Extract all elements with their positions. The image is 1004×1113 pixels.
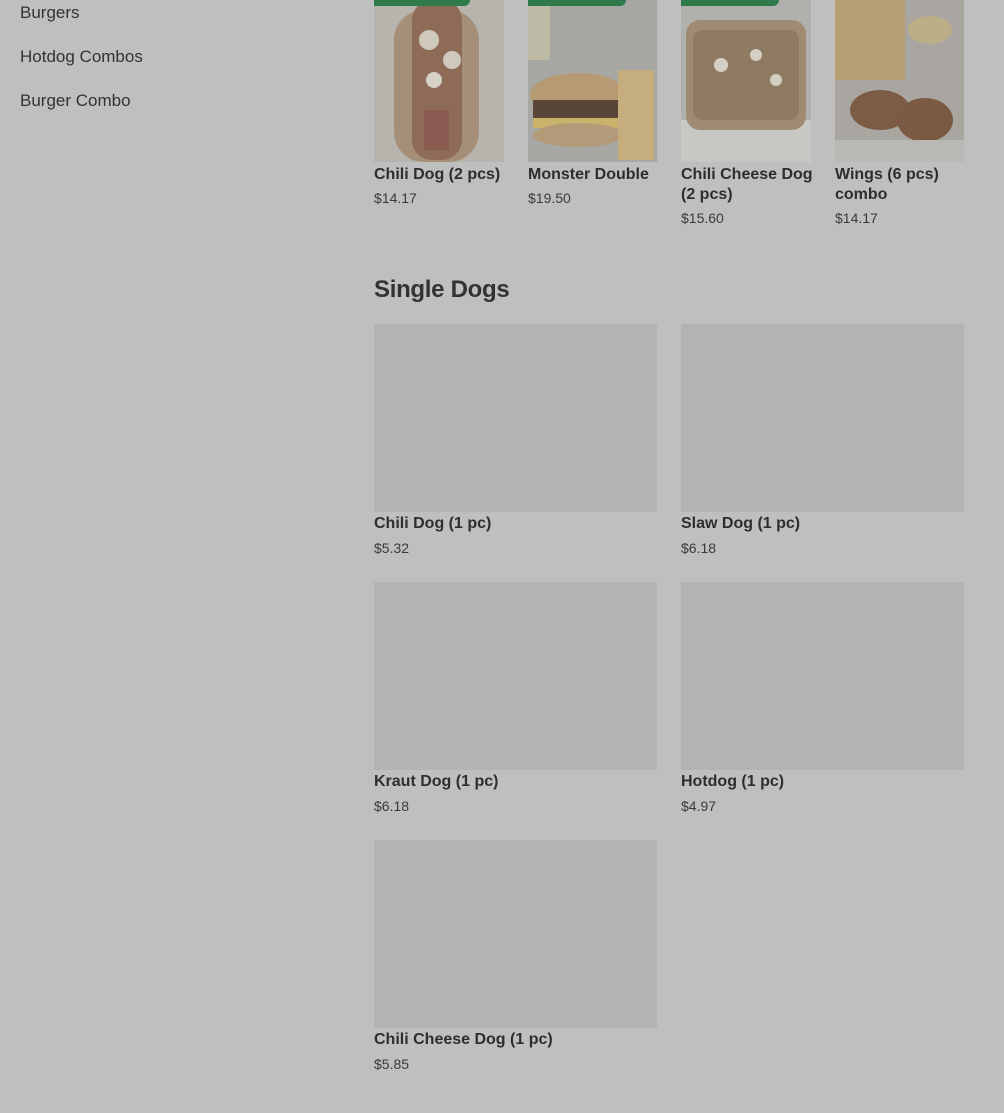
item-image-placeholder	[374, 840, 657, 1028]
item-price: $5.85	[374, 1056, 410, 1072]
promo-badge	[528, 0, 626, 6]
item-name: Chili Cheese Dog (1 pc)	[374, 1031, 553, 1048]
sidebar-item-burgers[interactable]: Burgers	[20, 3, 80, 23]
item-price: $6.18	[681, 540, 717, 556]
monster-double-photo	[528, 0, 657, 162]
item-image-placeholder	[374, 324, 657, 512]
item-name: Chili Dog (1 pc)	[374, 515, 492, 532]
featured-item-price: $15.60	[681, 210, 724, 226]
item-name: Hotdog (1 pc)	[681, 773, 785, 790]
item-name: Kraut Dog (1 pc)	[374, 773, 499, 790]
item-image-placeholder	[681, 324, 964, 512]
featured-item-name: Wings (6 pcs) combo	[835, 166, 939, 203]
item-price: $4.97	[681, 798, 717, 814]
item-name: Slaw Dog (1 pc)	[681, 515, 801, 532]
featured-item-price: $14.17	[835, 210, 878, 226]
wings-photo	[835, 0, 964, 162]
item-price: $5.32	[374, 540, 410, 556]
item-image-placeholder	[374, 582, 657, 770]
sidebar-item-burger-combo[interactable]: Burger Combo	[20, 91, 131, 111]
promo-badge	[374, 0, 470, 6]
featured-item-name: Monster Double	[528, 166, 649, 183]
featured-item-price: $14.17	[374, 190, 417, 206]
featured-item-name: Chili Cheese Dog (2 pcs)	[681, 166, 813, 203]
promo-badge	[681, 0, 779, 6]
chili-dog-photo	[374, 0, 504, 162]
section-title: Single Dogs	[374, 276, 510, 303]
featured-item-name: Chili Dog (2 pcs)	[374, 166, 501, 183]
chili-cheese-dog-photo	[681, 0, 811, 162]
item-image-placeholder	[681, 582, 964, 770]
item-price: $6.18	[374, 798, 410, 814]
featured-item-price: $19.50	[528, 190, 571, 206]
sidebar-item-hotdog-combos[interactable]: Hotdog Combos	[20, 47, 143, 67]
